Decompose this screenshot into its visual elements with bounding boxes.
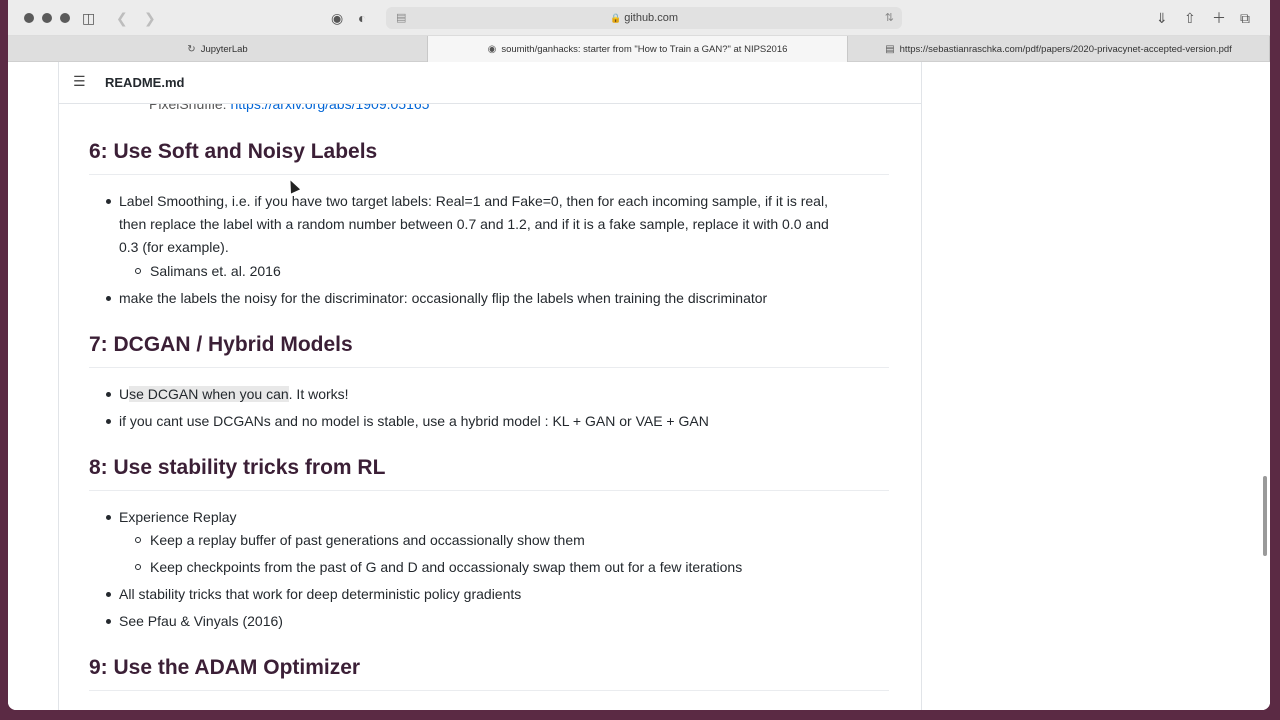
- section-8-list: Experience Replay Keep a replay buffer o…: [89, 506, 889, 633]
- list-item: Label Smoothing, i.e. if you have two ta…: [89, 190, 889, 213]
- browser-toolbar: ◫ ❮ ❯ ◉ ◐ ▤ 🔒 github.com ⇅ ⇓ ⇧ ＋ ⧉: [8, 0, 1270, 36]
- tab-privacynet-pdf[interactable]: ▤ https://sebastianraschka.com/pdf/paper…: [848, 36, 1270, 62]
- new-tab-icon[interactable]: ＋: [1212, 9, 1226, 27]
- section-heading-9: 9: Use the ADAM Optimizer: [89, 656, 889, 691]
- browser-window: ◫ ❮ ❯ ◉ ◐ ▤ 🔒 github.com ⇅ ⇓ ⇧ ＋ ⧉ ↻ Jupy…: [8, 0, 1270, 710]
- section-6-list: Label Smoothing, i.e. if you have two ta…: [89, 190, 889, 310]
- reader-icon[interactable]: ▤: [396, 7, 406, 29]
- privacy-shield-icon[interactable]: ◉: [331, 9, 343, 27]
- tab-overview-icon[interactable]: ⧉: [1240, 9, 1250, 27]
- tab-label: JupyterLab: [200, 43, 248, 55]
- window-controls: [24, 13, 70, 23]
- readme-panel: ☰ README.md PixelShuffle: https://arxiv.…: [58, 62, 922, 710]
- downloads-icon[interactable]: ⇓: [1156, 9, 1168, 27]
- tab-label: soumith/ganhacks: starter from "How to T…: [501, 43, 788, 55]
- right-sidebar: [922, 62, 1270, 710]
- list-item: Experience Replay: [89, 506, 889, 529]
- list-item: See Pfau & Vinyals (2016): [89, 610, 889, 633]
- list-item-continuation: then replace the label with a random num…: [119, 216, 829, 232]
- content-blocker-icon[interactable]: ◐: [358, 9, 366, 27]
- back-icon[interactable]: ❮: [116, 9, 128, 27]
- sidebar-toggle-icon[interactable]: ◫: [82, 9, 95, 27]
- section-heading-7: 7: DCGAN / Hybrid Models: [89, 333, 889, 368]
- list-item: if you cant use DCGANs and no model is s…: [89, 410, 889, 433]
- section-heading-8: 8: Use stability tricks from RL: [89, 456, 889, 491]
- spinner-icon: ↻: [187, 43, 196, 55]
- section-heading-6: 6: Use Soft and Noisy Labels: [89, 140, 889, 175]
- list-item: Use DCGAN when you can. It works!: [89, 383, 889, 406]
- tab-label: https://sebastianraschka.com/pdf/papers/…: [899, 43, 1232, 55]
- vertical-scrollbar[interactable]: [1263, 476, 1267, 556]
- close-window-button[interactable]: [24, 13, 34, 23]
- sub-list-item: Keep a replay buffer of past generations…: [89, 529, 889, 552]
- share-icon[interactable]: ⇧: [1184, 9, 1196, 27]
- sub-list-item: Salimans et. al. 2016: [89, 260, 889, 283]
- tab-ganhacks[interactable]: ◉ soumith/ganhacks: starter from "How to…: [428, 36, 848, 62]
- selected-text: se DCGAN when you can: [129, 386, 289, 402]
- sub-list-item: Keep checkpoints from the past of G and …: [89, 556, 889, 579]
- list-item: make the labels the noisy for the discri…: [89, 287, 889, 310]
- page-options-icon[interactable]: ⇅: [885, 7, 894, 29]
- address-bar[interactable]: ▤ 🔒 github.com ⇅: [386, 7, 902, 29]
- page-viewport: ☰ README.md PixelShuffle: https://arxiv.…: [8, 62, 1270, 710]
- pdf-icon: ▤: [885, 43, 895, 55]
- tab-bar: ↻ JupyterLab ◉ soumith/ganhacks: starter…: [8, 36, 1270, 62]
- readme-header: ☰ README.md: [59, 62, 921, 104]
- forward-icon[interactable]: ❯: [144, 9, 156, 27]
- tab-jupyterlab[interactable]: ↻ JupyterLab: [8, 36, 428, 62]
- list-item: All stability tricks that work for deep …: [89, 583, 889, 606]
- zoom-window-button[interactable]: [60, 13, 70, 23]
- table-of-contents-icon[interactable]: ☰: [73, 73, 86, 90]
- lock-icon: 🔒: [609, 13, 622, 23]
- github-icon: ◉: [487, 43, 497, 55]
- minimize-window-button[interactable]: [42, 13, 52, 23]
- url-text: github.com: [624, 12, 679, 24]
- list-item-continuation: 0.3 (for example).: [119, 239, 229, 255]
- section-7-list: Use DCGAN when you can. It works! if you…: [89, 383, 889, 433]
- readme-filename: README.md: [105, 75, 185, 90]
